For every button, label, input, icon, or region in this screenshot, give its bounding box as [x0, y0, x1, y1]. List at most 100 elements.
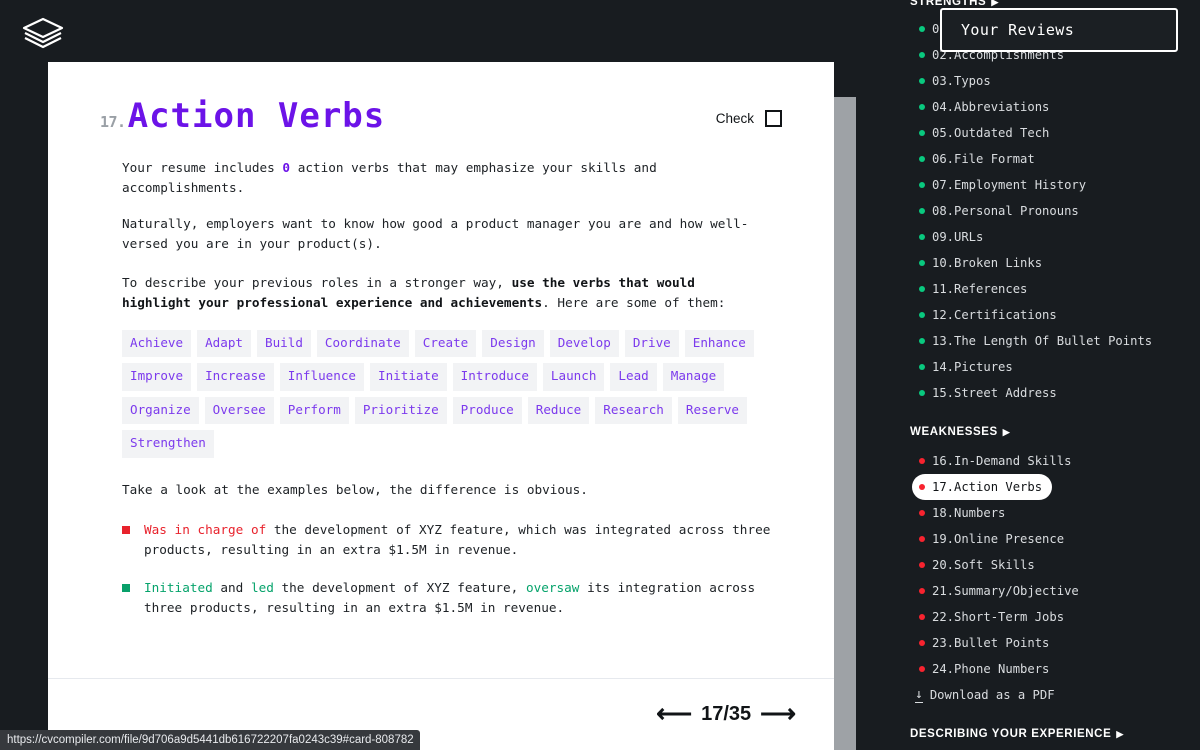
status-dot-icon [919, 78, 925, 84]
sidebar-group-heading[interactable]: STRENGTHS ▶ [900, 0, 1200, 8]
example-text-segment: and [212, 579, 251, 595]
sidebar-item[interactable]: 21.Summary/Objective [912, 578, 1089, 604]
status-dot-icon [919, 364, 925, 370]
verb-chip[interactable]: Drive [624, 329, 679, 358]
status-dot-icon [919, 182, 925, 188]
sidebar-item[interactable]: 16.In-Demand Skills [912, 448, 1081, 474]
status-dot-icon [919, 666, 925, 672]
verb-chip[interactable]: Launch [542, 363, 605, 391]
card-header: 17. Action Verbs Check [100, 96, 782, 136]
sidebar-item-label: 04.Abbreviations [932, 100, 1050, 114]
verb-chip[interactable]: Reduce [527, 396, 590, 425]
sidebar-item[interactable]: 20.Soft Skills [912, 552, 1045, 578]
sidebar-item[interactable]: 23.Bullet Points [912, 630, 1059, 656]
download-arrow-icon: ↓ [915, 686, 923, 703]
arrow-right-icon[interactable]: ⟶ [760, 702, 796, 727]
example-bullet-icon [122, 583, 130, 592]
sidebar-item-label: 03.Typos [932, 74, 991, 88]
content-card: 17. Action Verbs Check Your resume inclu… [48, 62, 834, 750]
sidebar-group-heading[interactable]: WEAKNESSES ▶ [900, 426, 1200, 438]
verb-chip[interactable]: Adapt [197, 329, 251, 358]
sidebar-item[interactable]: 18.Numbers [912, 500, 1015, 526]
action-verb-count: 0 [282, 160, 291, 175]
verb-chip[interactable]: Coordinate [316, 329, 409, 358]
status-dot-icon [919, 510, 925, 516]
sidebar-item[interactable]: 24.Phone Numbers [912, 656, 1059, 682]
sidebar-item[interactable]: 12.Certifications [912, 302, 1067, 328]
title-number: 17. [100, 113, 126, 131]
verb-chip[interactable]: Achieve [122, 329, 192, 358]
check-control[interactable]: Check [716, 109, 782, 127]
verb-chip[interactable]: Organize [122, 396, 199, 425]
page-title: 17. Action Verbs [100, 96, 385, 136]
sidebar-item-active[interactable]: 17.Action Verbs [912, 474, 1053, 500]
status-dot-icon [919, 312, 925, 318]
sidebar-item[interactable]: 04.Abbreviations [912, 94, 1059, 120]
sidebar-item[interactable]: 13.The Length Of Bullet Points [912, 328, 1162, 354]
sidebar: STRENGTHS▶01.Resume Size02.Accomplishmen… [900, 0, 1200, 750]
arrow-left-icon[interactable]: ⟵ [656, 702, 692, 727]
sidebar-item[interactable]: 08.Personal Pronouns [912, 198, 1089, 224]
verb-chip[interactable]: Design [482, 329, 544, 358]
download-pdf-link[interactable]: ↓ Download as a PDF [912, 682, 1200, 708]
status-dot-icon [919, 130, 925, 136]
sidebar-item[interactable]: 03.Typos [912, 68, 1001, 94]
sidebar-item-label: 07.Employment History [932, 178, 1087, 192]
sidebar-item[interactable]: 06.File Format [912, 146, 1045, 172]
verb-chip[interactable]: Reserve [677, 396, 747, 425]
sidebar-item[interactable]: 09.URLs [912, 224, 993, 250]
verb-chip[interactable]: Improve [122, 363, 192, 391]
your-reviews-popover[interactable]: Your Reviews [940, 8, 1178, 52]
verb-chip[interactable]: Enhance [684, 329, 754, 358]
status-dot-icon [919, 536, 925, 542]
sidebar-item[interactable]: 05.Outdated Tech [912, 120, 1059, 146]
sidebar-item[interactable]: 15.Street Address [912, 380, 1067, 406]
verb-chip[interactable]: Initiate [370, 363, 447, 391]
sidebar-group-label: DESCRIBING YOUR EXPERIENCE [910, 728, 1112, 740]
sidebar-item[interactable]: 22.Short-Term Jobs [912, 604, 1074, 630]
verb-chip[interactable]: Increase [197, 363, 274, 391]
status-dot-icon [919, 234, 925, 240]
verb-chip[interactable]: Develop [549, 329, 619, 358]
example-text: Was in charge of the development of XYZ … [144, 520, 782, 560]
example-text-segment: the development of XYZ feature, [273, 579, 526, 595]
card-scrollbar-thumb[interactable] [834, 97, 856, 750]
verb-chip[interactable]: Perform [279, 396, 349, 425]
sidebar-item[interactable]: 07.Employment History [912, 172, 1096, 198]
title-text: Action Verbs [127, 96, 386, 136]
check-checkbox[interactable] [765, 109, 782, 127]
verb-chip[interactable]: Lead [610, 363, 657, 391]
verb-chip[interactable]: Strengthen [122, 430, 214, 458]
verb-chip[interactable]: Influence [279, 363, 364, 391]
verb-chip[interactable]: Create [414, 329, 477, 358]
sidebar-item-label: 10.Broken Links [932, 256, 1043, 270]
status-dot-icon [919, 338, 925, 344]
verb-chip[interactable]: Produce [452, 396, 522, 425]
sidebar-group-label: WEAKNESSES [910, 426, 998, 438]
sidebar-item-label: 17.Action Verbs [932, 480, 1043, 494]
verb-chip[interactable]: Build [257, 329, 311, 358]
verb-chip[interactable]: Prioritize [354, 396, 447, 425]
sidebar-group-label: STRENGTHS [910, 0, 987, 8]
para1-lead: Your resume includes [122, 160, 283, 175]
status-dot-icon [919, 390, 925, 396]
sidebar-item-label: 19.Online Presence [932, 532, 1065, 546]
verb-chip[interactable]: Manage [662, 363, 725, 391]
sidebar-item-label: 23.Bullet Points [932, 636, 1050, 650]
example-row: Was in charge of the development of XYZ … [122, 520, 782, 560]
verb-chip[interactable]: Introduce [452, 363, 537, 391]
sidebar-item[interactable]: 14.Pictures [912, 354, 1023, 380]
verb-chip[interactable]: Oversee [204, 396, 274, 425]
sidebar-item-label: 14.Pictures [932, 360, 1013, 374]
status-dot-icon [919, 458, 925, 464]
layers-stack-icon[interactable] [22, 16, 64, 50]
sidebar-item[interactable]: 11.References [912, 276, 1037, 302]
verb-chip[interactable]: Research [595, 396, 672, 425]
example-text-segment: Initiated [144, 579, 213, 595]
sidebar-item-label: 08.Personal Pronouns [932, 204, 1079, 218]
sidebar-item[interactable]: 10.Broken Links [912, 250, 1052, 276]
example-text-segment: led [250, 579, 274, 595]
sidebar-item[interactable]: 19.Online Presence [912, 526, 1074, 552]
sidebar-group-heading[interactable]: DESCRIBING YOUR EXPERIENCE ▶ [900, 728, 1200, 740]
status-dot-icon [919, 104, 925, 110]
